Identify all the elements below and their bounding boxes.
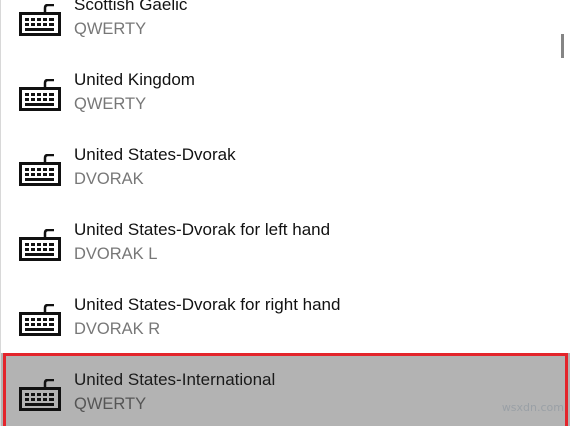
keyboard-icon [19, 304, 61, 336]
list-item-united-states-dvorak-right-hand[interactable]: United States-Dvorak for right hand DVOR… [1, 278, 570, 353]
list-item-united-states-dvorak-left-hand[interactable]: United States-Dvorak for left hand DVORA… [1, 203, 570, 278]
keyboard-layout-list-panel: Scottish Gaelic QWERTY United Kingdom QW… [0, 0, 570, 426]
keyboard-layout-type: QWERTY [74, 95, 147, 113]
vertical-scrollbar[interactable] [559, 0, 567, 426]
list-item-united-kingdom[interactable]: United Kingdom QWERTY [1, 53, 570, 128]
keyboard-name: United States-International [74, 370, 276, 389]
keyboard-layout-type: DVORAK L [74, 245, 158, 263]
keyboard-name: United States-Dvorak for right hand [74, 295, 341, 314]
keyboard-name: Scottish Gaelic [74, 0, 188, 14]
list-item-scottish-gaelic[interactable]: Scottish Gaelic QWERTY [1, 0, 570, 53]
keyboard-layout-type: QWERTY [74, 395, 147, 413]
keyboard-name: United States-Dvorak for left hand [74, 220, 331, 239]
keyboard-layout-type: DVORAK R [74, 320, 161, 338]
watermark: wsxdn.com [501, 401, 564, 414]
keyboard-layout-list: Scottish Gaelic QWERTY United Kingdom QW… [1, 0, 570, 426]
keyboard-icon [19, 154, 61, 186]
keyboard-name: United Kingdom [74, 70, 195, 89]
keyboard-layout-type: DVORAK [74, 170, 144, 188]
keyboard-icon [19, 229, 61, 261]
keyboard-icon [19, 4, 61, 36]
keyboard-name: United States-Dvorak [74, 145, 236, 164]
keyboard-layout-type: QWERTY [74, 20, 147, 38]
list-item-united-states-international[interactable]: United States-International QWERTY [1, 353, 570, 426]
scrollbar-thumb[interactable] [561, 34, 564, 58]
keyboard-icon [19, 79, 61, 111]
list-item-united-states-dvorak[interactable]: United States-Dvorak DVORAK [1, 128, 570, 203]
keyboard-icon [19, 379, 61, 411]
